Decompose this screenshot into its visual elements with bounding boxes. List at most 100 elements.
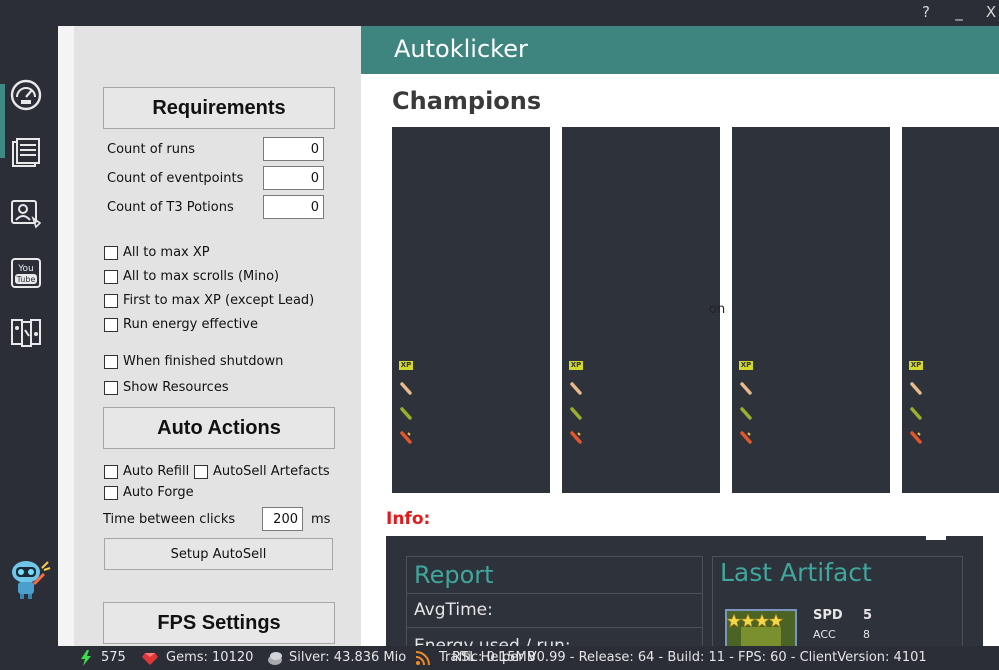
checkbox-box[interactable] — [104, 317, 118, 332]
show-resources-checkbox[interactable]: Show Resources — [104, 380, 229, 395]
checkbox-box[interactable] — [104, 245, 118, 260]
time-between-label: Time between clicks — [103, 512, 236, 527]
last-artifact-title: Last Artifact — [720, 558, 872, 587]
version-info-text: RSL Helper V0.99 - Release: 64 - Build: … — [452, 650, 927, 665]
time-unit-label: ms — [311, 512, 331, 527]
page-title: Autoklicker — [394, 35, 528, 63]
stat-key-spd: SPD — [813, 608, 843, 623]
count-runs-input[interactable] — [263, 137, 324, 161]
count-runs-label: Count of runs — [107, 142, 195, 157]
red-potion-icon — [909, 431, 923, 445]
time-between-input[interactable] — [262, 507, 303, 531]
last-artifact-box: Last Artifact SPD 5 ACC 8 ATK 10 — [712, 556, 963, 646]
scroll-icon — [399, 382, 413, 396]
checkbox-label: Auto Forge — [123, 485, 194, 500]
autosell-artefacts-checkbox[interactable]: AutoSell Artefacts — [194, 464, 330, 479]
finished-shutdown-checkbox[interactable]: When finished shutdown — [104, 354, 283, 369]
auto-forge-checkbox[interactable]: Auto Forge — [104, 485, 194, 500]
fps-settings-section-button[interactable]: FPS Settings — [103, 602, 335, 644]
checkbox-box[interactable] — [104, 269, 118, 284]
checkbox-box[interactable] — [194, 464, 208, 479]
robot-mascot-icon[interactable] — [4, 554, 52, 602]
contact-card-icon[interactable] — [9, 196, 43, 230]
xp-icon: XP — [738, 358, 754, 372]
champion-card-3[interactable]: XP — [732, 127, 890, 493]
xp-badge: XP — [568, 360, 584, 370]
checkbox-label: Show Resources — [123, 380, 229, 395]
title-bar: ? _ X — [0, 0, 999, 26]
main-header: Autoklicker — [361, 26, 999, 74]
sidebar-rail: You Tube — [0, 26, 58, 646]
checkbox-label: AutoSell Artefacts — [213, 464, 330, 479]
run-energy-effective-checkbox[interactable]: Run energy effective — [104, 317, 258, 332]
red-potion-icon — [739, 431, 753, 445]
checkbox-label: All to max XP — [123, 245, 210, 260]
all-max-scrolls-checkbox[interactable]: All to max scrolls (Mino) — [104, 269, 279, 284]
checkbox-label: When finished shutdown — [123, 354, 284, 369]
checkbox-label: All to max scrolls (Mino) — [123, 269, 280, 284]
count-eventpoints-input[interactable] — [263, 166, 324, 190]
close-button[interactable]: X — [981, 3, 999, 21]
settings-panel: Requirements Count of runs Count of even… — [58, 26, 361, 646]
stat-value-spd: 5 — [863, 608, 873, 623]
champion-card-1[interactable]: XP — [392, 127, 550, 493]
status-bar: 575 Gems: 10120 Silver: 43.836 Mio Traff… — [72, 646, 999, 670]
checkbox-label: Auto Refill — [123, 464, 190, 479]
silver-coins-icon — [268, 652, 282, 665]
green-potion-icon — [909, 407, 923, 421]
xp-badge: XP — [398, 360, 414, 370]
checkbox-box[interactable] — [104, 293, 118, 308]
count-t3-label: Count of T3 Potions — [107, 200, 234, 215]
count-t3-input[interactable] — [263, 195, 324, 219]
scroll-icon — [739, 382, 753, 396]
requirements-section-button[interactable]: Requirements — [103, 87, 335, 129]
xp-icon: XP — [568, 358, 584, 372]
all-max-xp-checkbox[interactable]: All to max XP — [104, 245, 210, 260]
stat-key-acc: ACC — [813, 628, 836, 641]
youtube-you-text: You — [17, 264, 34, 274]
scroll-icon — [909, 382, 923, 396]
active-rail-indicator — [0, 84, 5, 158]
gem-icon — [142, 653, 158, 665]
speedometer-icon[interactable] — [9, 78, 43, 112]
checkbox-box[interactable] — [104, 354, 118, 369]
avg-time-label: AvgTime: — [414, 600, 493, 620]
champion-card-4[interactable]: XP — [902, 127, 999, 493]
count-eventpoints-label: Count of eventpoints — [107, 171, 244, 186]
map-icon[interactable] — [9, 316, 43, 350]
energy-bolt-icon — [81, 650, 91, 666]
info-panel-tab — [926, 536, 946, 540]
info-label: Info: — [386, 509, 431, 529]
artifact-image — [725, 609, 797, 646]
main-area: Autoklicker Champions XP XP on XP XP Inf… — [361, 26, 999, 646]
champion-card-2[interactable]: XP — [562, 127, 720, 493]
checkbox-box[interactable] — [104, 485, 118, 500]
checkbox-label: Run energy effective — [123, 317, 258, 332]
champions-heading: Champions — [392, 87, 542, 115]
first-max-xp-checkbox[interactable]: First to max XP (except Lead) — [104, 293, 314, 308]
red-potion-icon — [399, 431, 413, 445]
traffic-icon — [415, 651, 430, 666]
auto-actions-section-button[interactable]: Auto Actions — [103, 407, 335, 449]
setup-autosell-button[interactable]: Setup AutoSell — [104, 538, 333, 570]
youtube-icon[interactable]: You Tube — [9, 256, 43, 290]
checkbox-label: First to max XP (except Lead) — [123, 293, 315, 308]
xp-icon: XP — [398, 358, 414, 372]
auto-refill-checkbox[interactable]: Auto Refill — [104, 464, 189, 479]
energy-row: Energy used / run: — [407, 627, 702, 646]
report-box: Report AvgTime: Energy used / run: — [406, 556, 703, 646]
energy-used-label: Energy used / run: — [414, 636, 571, 646]
minimize-button[interactable]: _ — [949, 3, 969, 21]
xp-icon: XP — [908, 358, 924, 372]
xp-badge: XP — [908, 360, 924, 370]
red-potion-icon — [569, 431, 583, 445]
report-title: Report — [414, 561, 494, 589]
xp-badge: XP — [738, 360, 754, 370]
checkbox-box[interactable] — [104, 464, 118, 479]
green-potion-icon — [399, 407, 413, 421]
help-button[interactable]: ? — [916, 3, 936, 21]
artifact-stars — [726, 613, 784, 646]
documents-icon[interactable] — [9, 136, 43, 170]
energy-value: 575 — [101, 650, 126, 665]
checkbox-box[interactable] — [104, 380, 118, 395]
